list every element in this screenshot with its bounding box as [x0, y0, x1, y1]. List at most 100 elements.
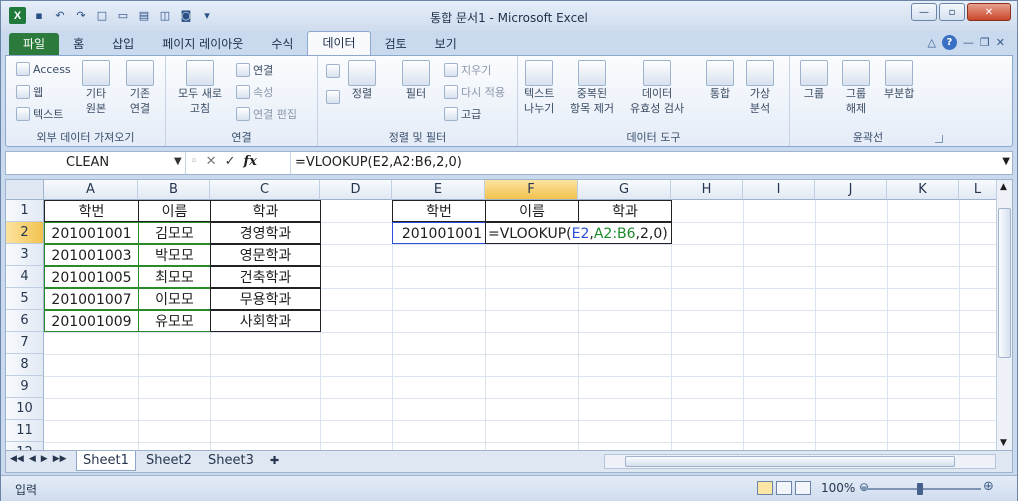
page-break-view-icon[interactable]: [795, 481, 811, 495]
cell-e1[interactable]: 학번: [392, 200, 486, 222]
column-header-f[interactable]: F: [485, 180, 578, 200]
column-header-d[interactable]: D: [320, 180, 392, 200]
sheet-tab-2[interactable]: Sheet2: [140, 451, 198, 471]
row-header-7[interactable]: 7: [6, 332, 44, 354]
cell-b6[interactable]: 유모모: [138, 310, 211, 332]
scroll-up-icon[interactable]: ▲: [1000, 182, 1007, 192]
what-if-analysis-button[interactable]: 가상 분석: [746, 60, 774, 116]
cell-a6[interactable]: 201001009: [44, 310, 139, 332]
reapply-button[interactable]: 다시 적용: [444, 84, 505, 100]
zoom-slider-knob[interactable]: [917, 483, 923, 495]
scroll-down-icon[interactable]: ▼: [1000, 438, 1007, 448]
refresh-all-button[interactable]: 모두 새로 고침: [178, 60, 222, 116]
row-header-6[interactable]: 6: [6, 310, 44, 332]
group-button[interactable]: 그룹: [800, 60, 828, 101]
formula-input[interactable]: =VLOOKUP(E2,A2:B6,2,0): [290, 152, 1000, 174]
sort-descending-button[interactable]: [326, 90, 340, 104]
page-layout-view-icon[interactable]: [776, 481, 792, 495]
insert-function-icon[interactable]: fx: [243, 154, 256, 169]
close-button[interactable]: ✕: [967, 3, 1011, 21]
expand-formula-bar-icon[interactable]: ▼: [1002, 156, 1010, 167]
cell-c3[interactable]: 영문학과: [210, 244, 321, 266]
cancel-entry-icon[interactable]: ✕: [206, 154, 217, 169]
existing-connections-button[interactable]: 기존 연결: [126, 60, 154, 116]
tab-page-layout[interactable]: 페이지 레이아웃: [148, 33, 257, 55]
cell-g1[interactable]: 학과: [578, 200, 672, 222]
row-header-10[interactable]: 10: [6, 398, 44, 420]
cell-f1[interactable]: 이름: [485, 200, 579, 222]
filter-button[interactable]: 필터: [402, 60, 430, 101]
name-box-dropdown-icon[interactable]: ▼: [174, 156, 182, 167]
prev-sheet-icon[interactable]: ◀: [29, 454, 36, 464]
from-access-button[interactable]: Access: [16, 62, 71, 76]
row-header-1[interactable]: 1: [6, 200, 44, 222]
row-header-4[interactable]: 4: [6, 266, 44, 288]
row-header-11[interactable]: 11: [6, 420, 44, 442]
other-sources-button[interactable]: 기타 원본: [82, 60, 110, 116]
column-header-k[interactable]: K: [887, 180, 959, 200]
cell-b3[interactable]: 박모모: [138, 244, 211, 266]
zoom-level[interactable]: 100%: [821, 481, 855, 495]
tab-view[interactable]: 보기: [421, 33, 471, 55]
row-header-9[interactable]: 9: [6, 376, 44, 398]
vertical-scrollbar[interactable]: ▲ ▼: [996, 180, 1012, 450]
row-header-2[interactable]: 2: [6, 222, 44, 244]
column-header-c[interactable]: C: [210, 180, 320, 200]
remove-duplicates-button[interactable]: 중복된 항목 제거: [570, 60, 614, 116]
row-header-3[interactable]: 3: [6, 244, 44, 266]
name-box[interactable]: CLEAN: [6, 152, 186, 174]
cell-c4[interactable]: 건축학과: [210, 266, 321, 288]
column-header-l[interactable]: L: [959, 180, 997, 200]
data-validation-button[interactable]: 데이터 유효성 검사: [630, 60, 684, 116]
cell-a2[interactable]: 201001001: [44, 222, 139, 244]
zoom-out-icon[interactable]: ⊖: [859, 480, 869, 494]
horizontal-scrollbar[interactable]: [604, 454, 996, 469]
tab-data[interactable]: 데이터: [307, 31, 371, 55]
confirm-entry-icon[interactable]: ✓: [225, 154, 236, 169]
cell-a4[interactable]: 201001005: [44, 266, 139, 288]
doc-close-icon[interactable]: ✕: [996, 36, 1005, 49]
advanced-filter-button[interactable]: 고급: [444, 106, 481, 122]
sort-ascending-button[interactable]: [326, 64, 340, 78]
from-text-button[interactable]: 텍스트: [16, 106, 63, 122]
consolidate-button[interactable]: 통합: [706, 60, 734, 101]
subtotal-button[interactable]: 부분합: [884, 60, 914, 101]
row-header-8[interactable]: 8: [6, 354, 44, 376]
formula-bar-handle-icon[interactable]: ◦: [190, 154, 198, 169]
minimize-ribbon-icon[interactable]: △: [927, 36, 935, 49]
insert-sheet-icon[interactable]: ✚: [264, 451, 285, 471]
last-sheet-icon[interactable]: ▶▶: [53, 454, 67, 464]
doc-restore-icon[interactable]: ❐: [980, 36, 990, 49]
next-sheet-icon[interactable]: ▶: [41, 454, 48, 464]
tab-review[interactable]: 검토: [371, 33, 421, 55]
column-header-j[interactable]: J: [815, 180, 887, 200]
zoom-slider[interactable]: [861, 483, 981, 495]
tab-home[interactable]: 홈: [59, 33, 98, 55]
cell-c6[interactable]: 사회학과: [210, 310, 321, 332]
cell-a1[interactable]: 학번: [44, 200, 139, 222]
column-header-e[interactable]: E: [392, 180, 485, 200]
column-header-h[interactable]: H: [671, 180, 743, 200]
cell-b5[interactable]: 이모모: [138, 288, 211, 310]
first-sheet-icon[interactable]: ◀◀: [10, 454, 24, 464]
outline-dialog-launcher-icon[interactable]: [935, 135, 943, 143]
edit-links-button[interactable]: 연결 편집: [236, 106, 297, 122]
sort-button[interactable]: 정렬: [348, 60, 376, 101]
normal-view-icon[interactable]: [757, 481, 773, 495]
tab-insert[interactable]: 삽입: [98, 33, 148, 55]
cell-c2[interactable]: 경영학과: [210, 222, 321, 244]
from-web-button[interactable]: 웹: [16, 84, 43, 100]
minimize-button[interactable]: —: [911, 3, 937, 21]
cell-b4[interactable]: 최모모: [138, 266, 211, 288]
horizontal-scroll-thumb[interactable]: [625, 456, 955, 467]
cell-a5[interactable]: 201001007: [44, 288, 139, 310]
cell-b1[interactable]: 이름: [138, 200, 211, 222]
sheet-tab-3[interactable]: Sheet3: [202, 451, 260, 471]
connections-button[interactable]: 연결: [236, 62, 273, 78]
column-header-b[interactable]: B: [138, 180, 210, 200]
worksheet-grid[interactable]: A B C D E F G H I J K L 1 2 3 4 5 6 7 8 …: [5, 179, 1013, 451]
text-to-columns-button[interactable]: 텍스트 나누기: [524, 60, 554, 116]
column-header-a[interactable]: A: [44, 180, 138, 200]
clear-filter-button[interactable]: 지우기: [444, 62, 491, 78]
cell-a3[interactable]: 201001003: [44, 244, 139, 266]
